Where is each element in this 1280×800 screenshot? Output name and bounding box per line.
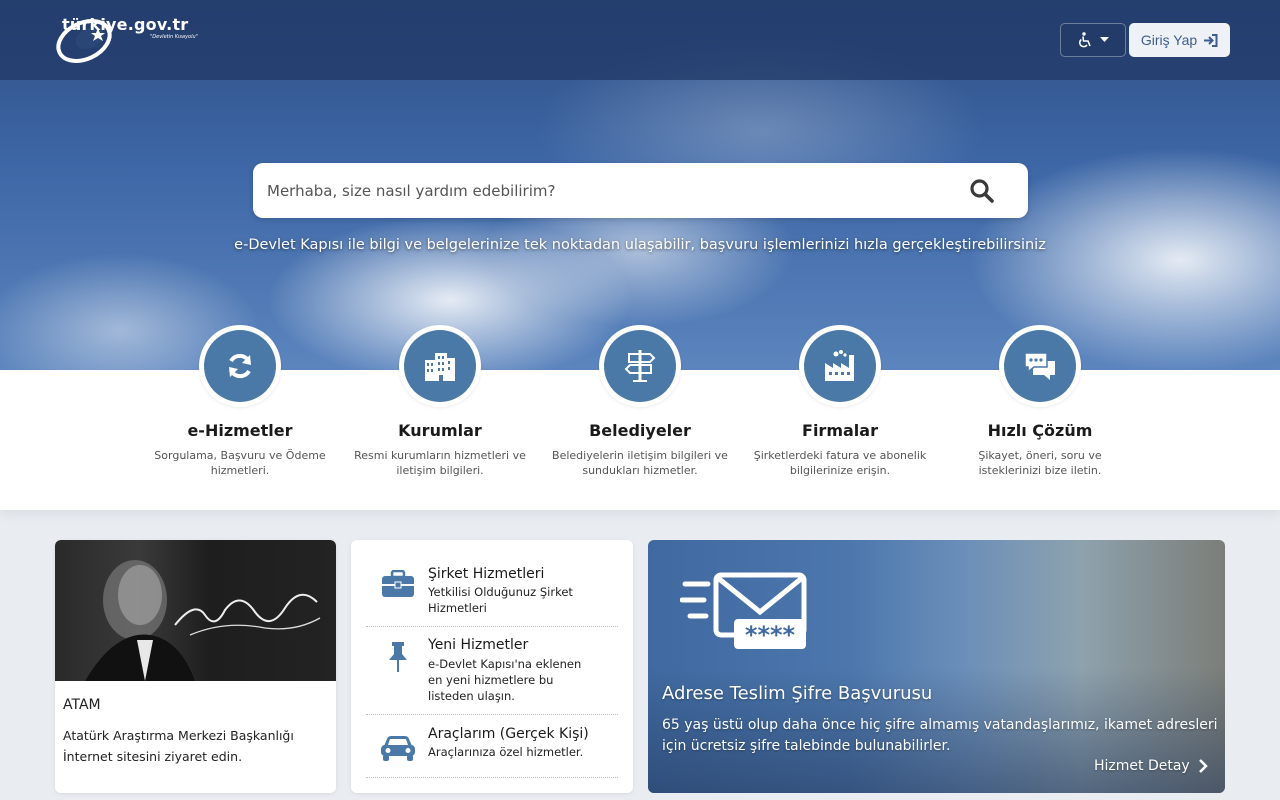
hero-tagline: e-Devlet Kapısı ile bilgi ve belgelerini… <box>234 237 1046 253</box>
search-icon <box>970 179 994 203</box>
service-title: Şirket Hizmetleri <box>428 566 545 582</box>
car-icon <box>381 736 415 761</box>
pushpin-icon <box>389 642 407 672</box>
atam-description: Atatürk Araştırma Merkezi Başkanlığı İnt… <box>63 728 294 764</box>
search-button[interactable] <box>960 173 1004 209</box>
sign-in-icon <box>1204 33 1218 47</box>
envelope-code: **** <box>745 621 796 649</box>
category-title: Belediyeler <box>589 421 691 440</box>
category-title: Hızlı Çözüm <box>987 421 1093 440</box>
category-description: Şikayet, öneri, soru ve isteklerinizi bi… <box>978 449 1102 477</box>
service-title: Araçlarım (Gerçek Kişi) <box>428 726 589 742</box>
accessibility-menu-button[interactable] <box>1060 23 1126 57</box>
ataturk-portrait-image <box>85 560 321 681</box>
services-card: Şirket Hizmetleri Yetkilisi Olduğunuz Şi… <box>351 540 633 793</box>
promo-title: Adrese Teslim Şifre Başvurusu <box>662 683 933 704</box>
search-bar <box>253 163 1028 218</box>
login-button-label: Giriş Yap <box>1140 32 1198 48</box>
category-title: e-Hizmetler <box>187 421 293 440</box>
category-description: Resmi kurumların hizmetleri ve iletişim … <box>354 449 526 477</box>
atam-card[interactable]: ATAM Atatürk Araştırma Merkezi Başkanlığ… <box>55 540 336 793</box>
password-envelope-icon: **** <box>680 572 807 649</box>
category-title: Firmalar <box>802 421 878 440</box>
logo-slogan: "Devletin Kısayolu" <box>150 34 198 40</box>
login-button[interactable]: Giriş Yap <box>1129 23 1230 57</box>
search-input[interactable] <box>267 177 927 205</box>
briefcase-icon <box>382 570 414 597</box>
service-item-sirket-hizmetleri[interactable]: Şirket Hizmetleri Yetkilisi Olduğunuz Şi… <box>366 540 618 627</box>
service-item-araclarim[interactable]: Araçlarım (Gerçek Kişi) Araçlarınıza öze… <box>366 715 618 778</box>
promo-card-adrese-teslim[interactable]: **** Adrese Teslim Şifre Başvurusu 65 ya… <box>648 540 1225 793</box>
signpost-icon <box>624 350 656 382</box>
service-item-yeni-hizmetler[interactable]: Yeni Hizmetler e-Devlet Kapısı'na eklene… <box>366 627 618 715</box>
atam-title: ATAM <box>63 697 101 713</box>
promo-description: 65 yaş üstü olup daha önce hiç şifre alm… <box>662 717 1218 754</box>
service-title: Yeni Hizmetler <box>428 637 529 653</box>
refresh-icon <box>229 353 251 379</box>
factory-icon <box>825 350 854 381</box>
service-description: Araçlarınıza özel hizmetler. <box>428 745 584 759</box>
category-title: Kurumlar <box>398 421 482 440</box>
service-description: Yetkilisi Olduğunuz Şirket Hizmetleri <box>428 585 573 615</box>
building-icon <box>425 353 455 381</box>
chat-icon <box>1024 352 1055 380</box>
service-detail-link[interactable]: Hizmet Detay <box>1094 758 1208 774</box>
caret-down-icon <box>1099 37 1109 42</box>
category-description: Şirketlerdeki fatura ve abonelik bilgile… <box>753 449 927 477</box>
chevron-right-icon <box>1198 759 1208 773</box>
top-navigation-bar: türkiye.gov.tr "Devletin Kısayolu" Giriş… <box>0 0 1280 80</box>
ataturk-photo <box>55 540 336 681</box>
wheelchair-icon <box>1078 32 1091 48</box>
service-description: e-Devlet Kapısı'na eklenen en yeni hizme… <box>428 657 582 703</box>
logo-text[interactable]: türkiye.gov.tr <box>62 15 188 34</box>
category-description: Sorgulama, Başvuru ve Ödeme hizmetleri. <box>154 449 326 477</box>
service-detail-label: Hizmet Detay <box>1094 758 1190 774</box>
category-description: Belediyelerin iletişim bilgileri ve sund… <box>552 449 728 477</box>
